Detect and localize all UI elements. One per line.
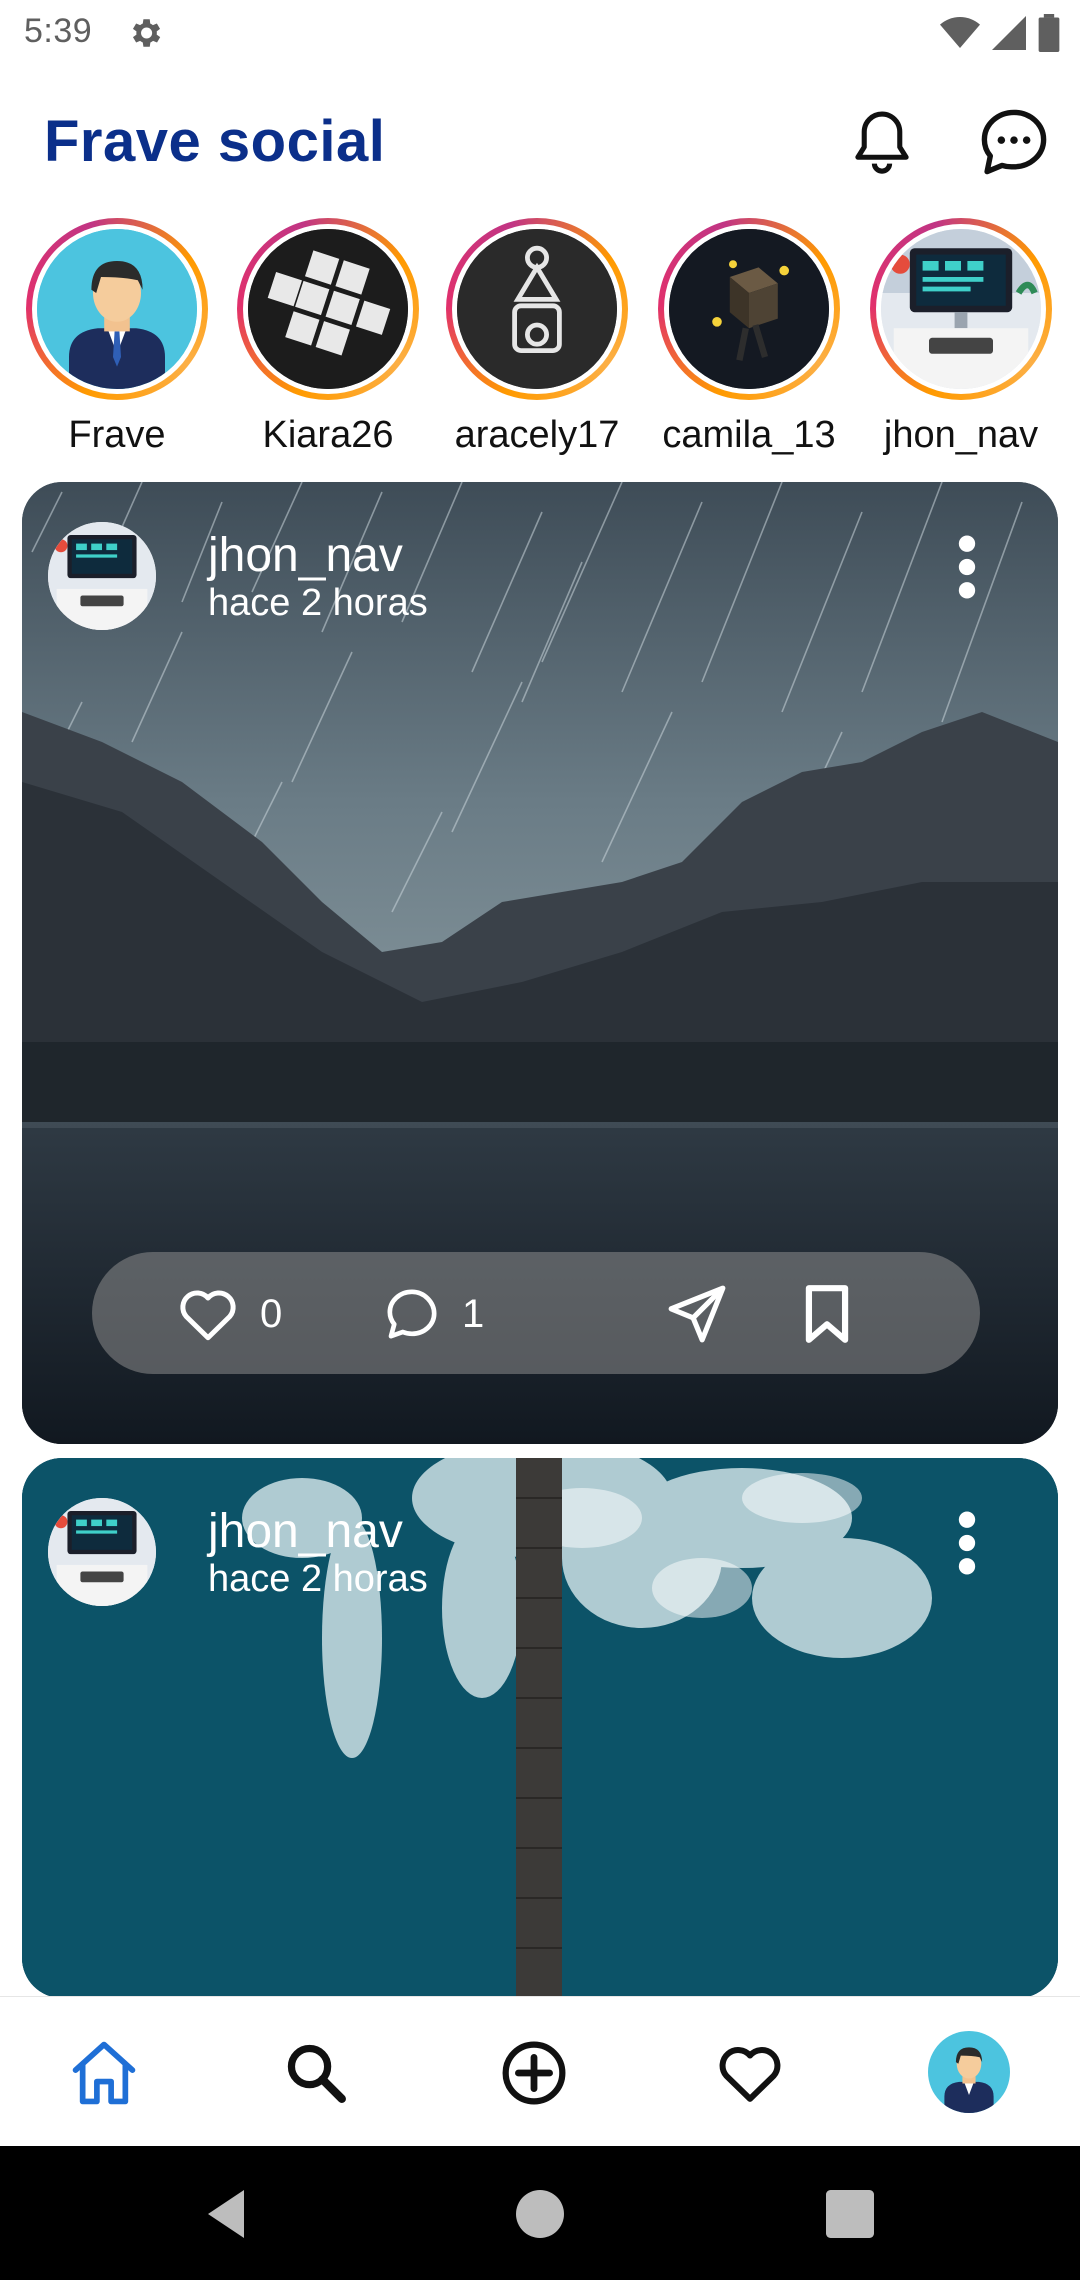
avatar [669, 229, 829, 389]
heart-icon [719, 2047, 781, 2102]
story-item[interactable]: jhon_nav [866, 218, 1056, 457]
nav-search[interactable] [278, 2035, 354, 2111]
like-button[interactable]: 0 [178, 1276, 282, 1352]
avatar[interactable] [48, 1498, 156, 1606]
back-icon[interactable] [196, 2184, 256, 2244]
search-icon [287, 2044, 346, 2103]
story-item[interactable]: aracely17 [442, 218, 632, 457]
avatar[interactable] [48, 522, 156, 630]
share-button[interactable] [666, 1276, 728, 1352]
bottom-navigation [0, 1996, 1080, 2146]
comment-button[interactable]: 1 [384, 1276, 484, 1352]
avatar [248, 229, 408, 389]
story-username: Kiara26 [262, 414, 394, 456]
notifications-button[interactable] [844, 104, 920, 180]
post-username[interactable]: jhon_nav [208, 1504, 403, 1559]
settings-icon [132, 19, 161, 47]
story-ring [26, 218, 208, 400]
app-title: Frave social [44, 109, 386, 174]
recents-icon[interactable] [820, 2184, 880, 2244]
add-circle-icon [502, 2041, 566, 2105]
story-ring [870, 218, 1052, 400]
post-timestamp: hace 2 horas [208, 1558, 428, 1600]
story-username: aracely17 [454, 414, 620, 456]
more-options-icon[interactable] [952, 532, 982, 602]
avatar [881, 229, 1041, 389]
post-header: jhon_nav hace 2 horas [48, 522, 1032, 632]
signal-icon [992, 16, 1026, 50]
post-header: jhon_nav hace 2 horas [48, 1498, 1032, 1608]
nav-home[interactable] [66, 2035, 142, 2111]
like-count: 0 [260, 1291, 283, 1336]
nav-favorites[interactable] [712, 2035, 788, 2111]
comment-icon [387, 1289, 437, 1339]
system-navigation-bar [0, 2146, 1080, 2280]
comment-count: 1 [462, 1291, 485, 1336]
home-icon [72, 2041, 136, 2105]
home-circle-icon[interactable] [510, 2184, 570, 2244]
story-ring [237, 218, 419, 400]
story-ring [658, 218, 840, 400]
bookmark-icon [805, 1285, 849, 1343]
save-button[interactable] [802, 1276, 852, 1352]
story-ring [446, 218, 628, 400]
avatar [37, 229, 197, 389]
send-icon [668, 1285, 726, 1343]
heart-icon [180, 1290, 236, 1341]
nav-profile-avatar[interactable] [928, 2031, 1010, 2113]
bell-icon [855, 111, 909, 174]
app-header: Frave social [0, 90, 1080, 190]
post-action-bar: 0 1 [92, 1252, 980, 1374]
story-username: camila_13 [662, 414, 836, 456]
nav-create[interactable] [496, 2035, 572, 2111]
stories-row: Frave Kiara26 aracely17 camila_13 jhon_n… [0, 218, 1080, 468]
story-username: Frave [68, 414, 166, 456]
post-card[interactable]: jhon_nav hace 2 horas [22, 1458, 1058, 1998]
post-timestamp: hace 2 horas [208, 582, 428, 624]
story-item[interactable]: Frave [22, 218, 212, 457]
messages-button[interactable] [976, 104, 1052, 180]
wifi-icon [940, 17, 980, 48]
chat-icon [981, 109, 1047, 175]
more-options-icon[interactable] [952, 1508, 982, 1578]
battery-icon [1038, 14, 1060, 52]
story-username: jhon_nav [883, 414, 1039, 456]
status-time: 5:39 [24, 12, 93, 50]
story-item[interactable]: camila_13 [654, 218, 844, 457]
post-username[interactable]: jhon_nav [208, 528, 403, 583]
status-bar: 5:39 [0, 0, 1080, 66]
avatar [457, 229, 617, 389]
story-item[interactable]: Kiara26 [233, 218, 423, 457]
